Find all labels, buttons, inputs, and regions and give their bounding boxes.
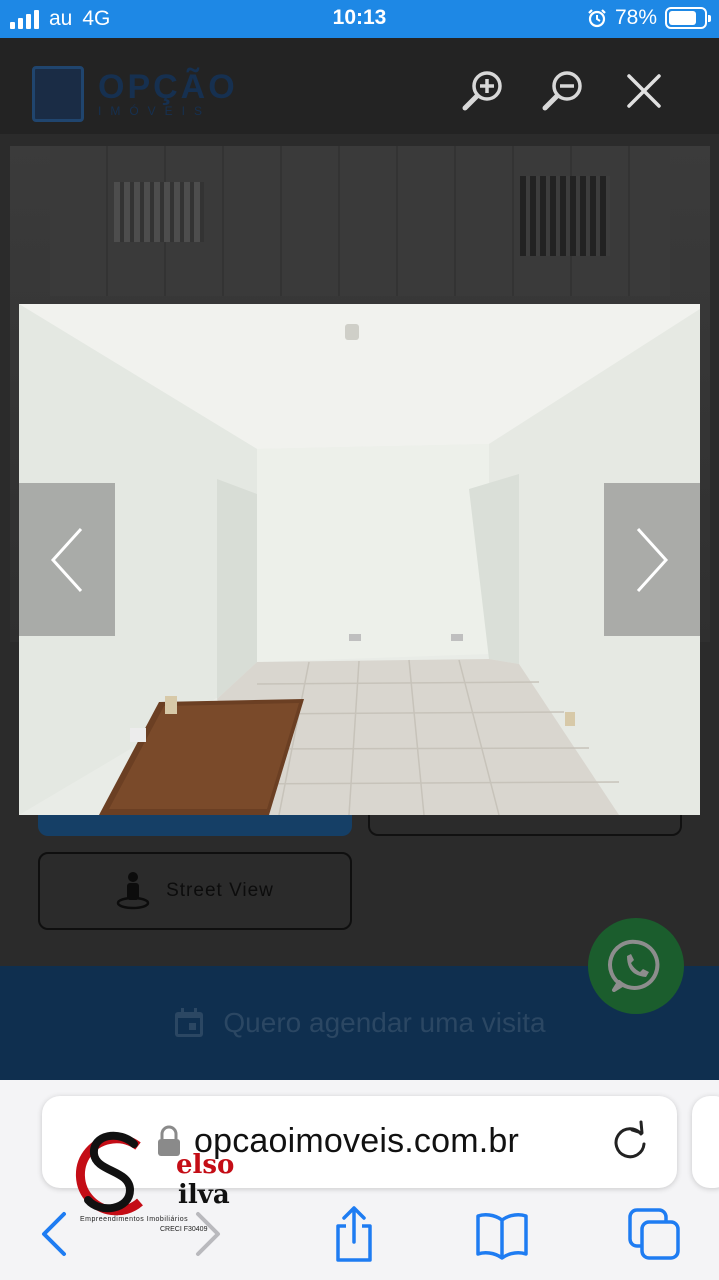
status-bar: au 4G 10:13 78% — [0, 0, 719, 38]
previous-photo-button[interactable] — [19, 483, 115, 636]
viewer-controls — [461, 68, 667, 114]
whatsapp-button[interactable] — [588, 918, 684, 1014]
battery-percent: 78% — [614, 6, 657, 29]
alarm-icon — [588, 9, 606, 28]
next-tab-address-bar[interactable] — [692, 1096, 719, 1188]
bookmarks-icon[interactable] — [474, 1206, 530, 1262]
share-icon[interactable] — [326, 1206, 382, 1262]
street-view-icon — [116, 872, 150, 910]
watermark-logo-mark — [75, 1131, 143, 1216]
screen: au 4G 10:13 78% OPÇÃO IMÓVEIS Street Vie… — [0, 0, 719, 1280]
schedule-visit-label: Quero agendar uma visita — [223, 1007, 546, 1038]
logo-mark-icon — [32, 66, 84, 122]
street-view-label: Street View — [166, 880, 274, 901]
next-photo-button[interactable] — [604, 483, 700, 636]
logo-tagline: IMÓVEIS — [98, 104, 212, 118]
close-icon[interactable] — [621, 68, 667, 114]
site-logo[interactable]: OPÇÃO IMÓVEIS — [32, 66, 238, 122]
room-photo — [19, 304, 700, 815]
chevron-right-icon — [636, 527, 669, 592]
tabs-icon[interactable] — [626, 1206, 682, 1262]
reload-icon[interactable] — [610, 1120, 650, 1162]
watermark-creci: CRECI F30409 — [160, 1226, 208, 1233]
battery-fill — [669, 11, 696, 25]
watermark-subtitle: Empreendimentos Imobiliários — [80, 1216, 189, 1223]
battery-icon — [665, 7, 711, 29]
watermark-name-part-2: ilva — [178, 1180, 230, 1210]
url-text[interactable]: opcaoimoveis.com.br — [194, 1122, 519, 1161]
watermark-name-part-1: elso — [176, 1150, 235, 1180]
zoom-out-icon[interactable] — [541, 68, 587, 114]
calendar-icon — [175, 1008, 204, 1037]
chevron-left-icon — [50, 527, 83, 592]
street-view-button[interactable]: Street View — [38, 852, 352, 930]
whatsapp-icon — [608, 939, 660, 992]
zoom-in-icon[interactable] — [461, 68, 507, 114]
celso-silva-watermark: elso ilva Empreendimentos Imobiliários C… — [64, 1124, 234, 1236]
status-right: 78% — [587, 6, 711, 30]
logo-name: OPÇÃO — [98, 68, 238, 106]
lightbox-photo — [19, 304, 700, 815]
